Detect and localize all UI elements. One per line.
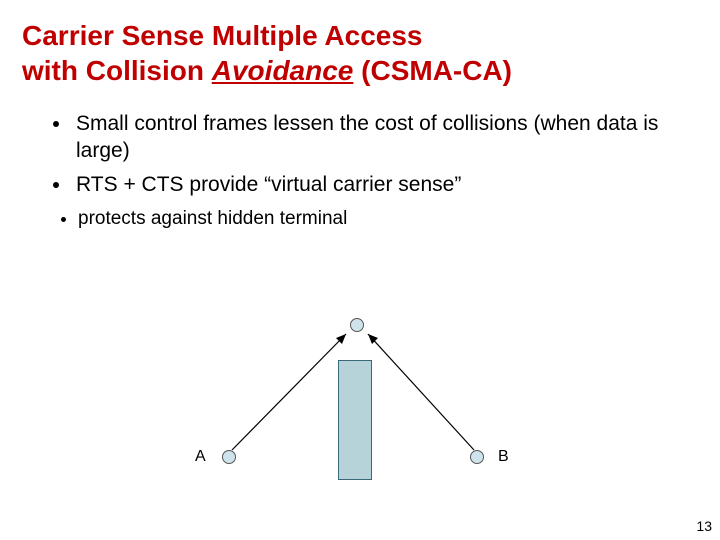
slide-title: Carrier Sense Multiple Access with Colli… bbox=[22, 18, 698, 88]
arrow-a-to-ap bbox=[232, 334, 346, 450]
bullet-item: RTS + CTS provide “virtual carrier sense… bbox=[72, 171, 698, 198]
title-line1: Carrier Sense Multiple Access bbox=[22, 20, 422, 51]
diagram: A B bbox=[0, 300, 720, 500]
arrow-layer bbox=[0, 300, 720, 500]
title-line2-em: Avoidance bbox=[212, 55, 354, 86]
bullet-list: Small control frames lessen the cost of … bbox=[22, 110, 698, 198]
slide: Carrier Sense Multiple Access with Colli… bbox=[0, 0, 720, 540]
page-number: 13 bbox=[696, 518, 712, 534]
sub-bullet-item: protects against hidden terminal bbox=[78, 208, 698, 230]
title-line2-post: (CSMA-CA) bbox=[353, 55, 512, 86]
sub-bullet-list: protects against hidden terminal bbox=[22, 208, 698, 230]
arrow-b-to-ap bbox=[368, 334, 474, 450]
bullet-item: Small control frames lessen the cost of … bbox=[72, 110, 698, 165]
title-line2-pre: with Collision bbox=[22, 55, 212, 86]
